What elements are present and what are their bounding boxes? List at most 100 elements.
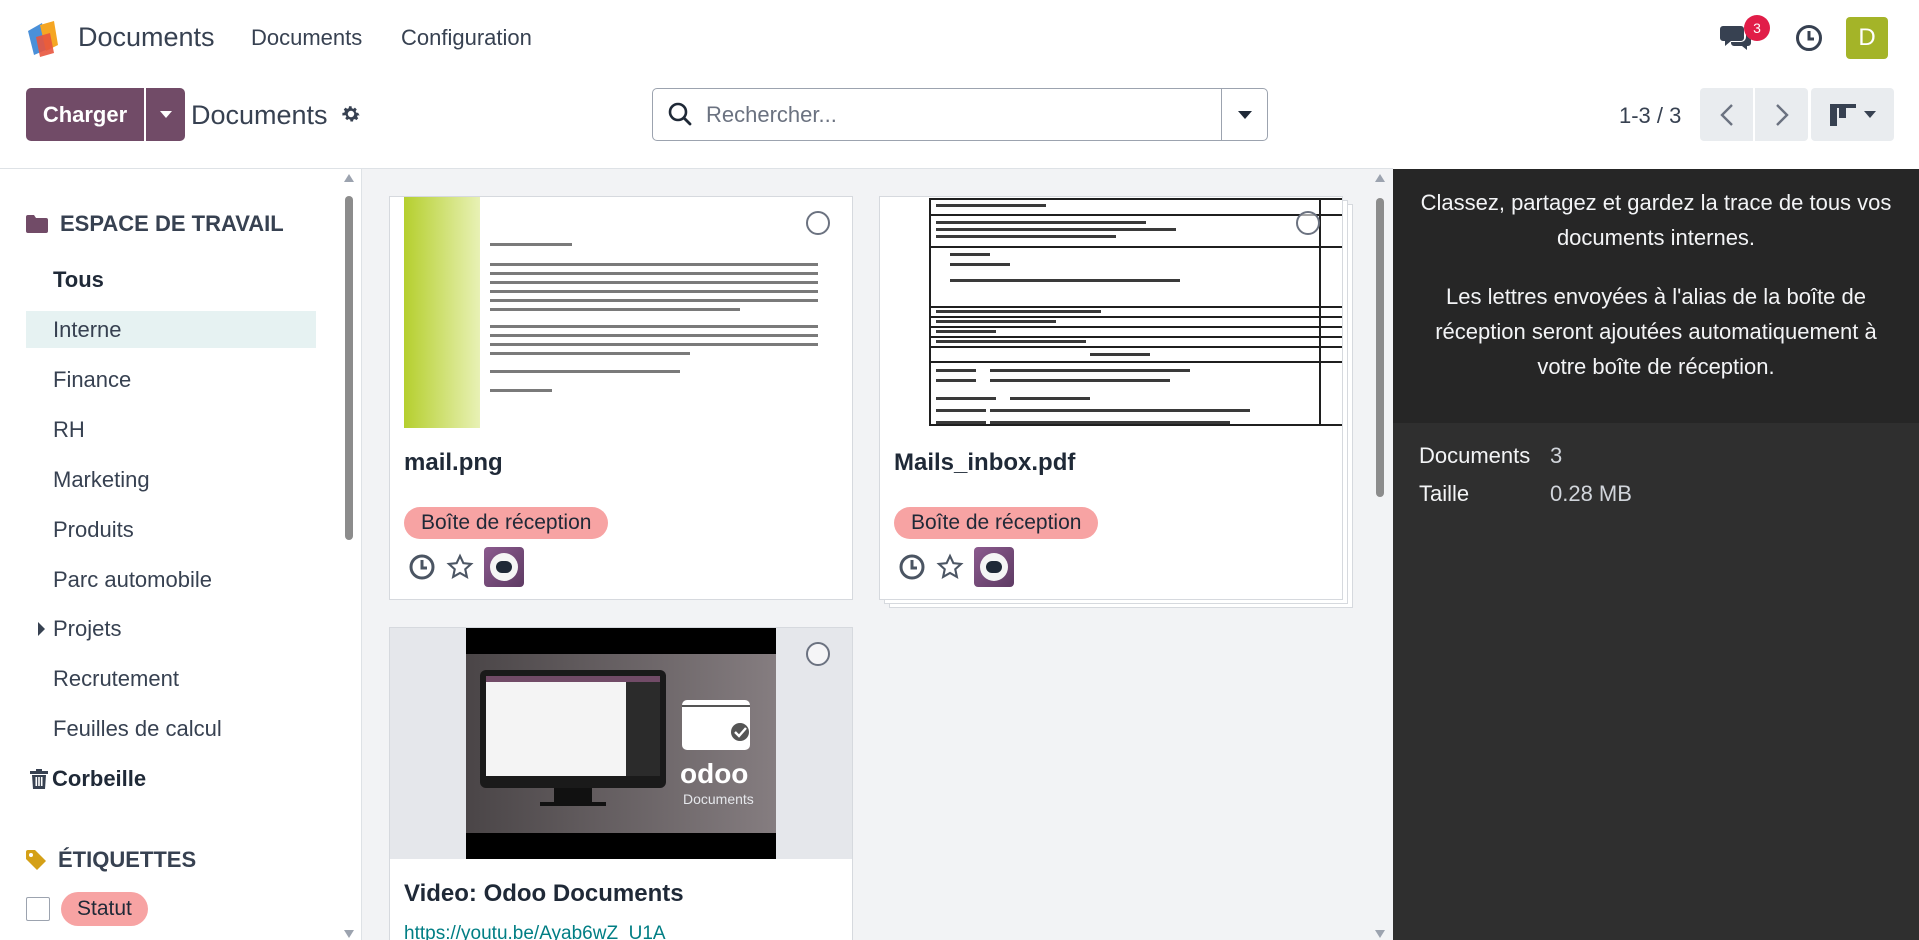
sidebar-item-tous[interactable]: Tous xyxy=(26,261,316,298)
sidebar-item-label: Parc automobile xyxy=(53,566,212,592)
top-navbar: Documents Documents Configuration 3 D xyxy=(0,0,1919,76)
sidebar-item-label: RH xyxy=(53,416,85,442)
document-name[interactable]: Mails_inbox.pdf xyxy=(894,449,1075,477)
menu-documents[interactable]: Documents xyxy=(251,25,362,51)
sidebar-item-label: Marketing xyxy=(53,466,150,492)
caret-down-icon xyxy=(1863,110,1876,118)
card-select-checkbox[interactable] xyxy=(806,642,830,666)
document-url-link[interactable]: https://youtu.be/Ayab6wZ_U1A xyxy=(404,923,666,940)
workspace-section-title: ESPACE DE TRAVAIL xyxy=(60,211,284,236)
documents-app-icon[interactable] xyxy=(24,19,62,57)
card-select-checkbox[interactable] xyxy=(1296,211,1320,235)
sidebar-item-produits[interactable]: Produits xyxy=(26,511,316,548)
sidebar-item-rh[interactable]: RH xyxy=(26,411,316,448)
search-icon xyxy=(668,102,692,126)
search-options-toggle[interactable] xyxy=(1221,89,1267,140)
sidebar-item-label: Recrutement xyxy=(53,665,179,691)
card-select-checkbox[interactable] xyxy=(806,211,830,235)
size-value: 0.28 MB xyxy=(1550,481,1632,506)
card-footer xyxy=(898,547,1014,587)
chevron-right-icon xyxy=(1775,103,1789,126)
pager-value[interactable]: 1-3 / 3 xyxy=(1619,103,1681,129)
star-icon[interactable] xyxy=(446,553,474,581)
trash-icon xyxy=(30,769,48,789)
workspace-section-header: ESPACE DE TRAVAIL xyxy=(26,211,284,237)
tag-filter-checkbox[interactable] xyxy=(26,897,50,921)
messages-count-badge: 3 xyxy=(1744,15,1770,41)
document-name[interactable]: Video: Odoo Documents xyxy=(404,880,684,908)
documents-count-row: Documents 3 xyxy=(1419,443,1562,469)
sidebar-item-parc-automobile[interactable]: Parc automobile xyxy=(26,561,316,598)
star-icon[interactable] xyxy=(936,553,964,581)
clock-icon[interactable] xyxy=(1795,24,1823,52)
document-card[interactable]: mail.png Boîte de réception xyxy=(389,196,853,600)
documents-count-label: Documents xyxy=(1419,443,1531,468)
letter-preview-image xyxy=(390,197,852,428)
caret-down-icon xyxy=(159,110,172,118)
activity-clock-icon[interactable] xyxy=(408,553,436,581)
workspace-sidebar: ESPACE DE TRAVAIL Tous Interne Finance R… xyxy=(0,169,362,940)
video-brand-text: odoo xyxy=(680,758,749,789)
inbox-alias-text: Les lettres envoyées à l'alias de la boî… xyxy=(1435,284,1877,379)
video-thumbnail[interactable]: odoo Documents xyxy=(390,628,852,859)
search-bar xyxy=(652,88,1268,141)
caret-down-icon xyxy=(1237,110,1252,119)
view-switcher-button[interactable] xyxy=(1811,88,1894,141)
owner-avatar[interactable] xyxy=(484,547,524,587)
document-thumbnail[interactable] xyxy=(880,197,1342,428)
chevron-left-icon xyxy=(1719,103,1733,126)
menu-configuration[interactable]: Configuration xyxy=(401,25,532,51)
robot-face-icon xyxy=(490,553,518,581)
document-card[interactable]: Mails_inbox.pdf Boîte de réception xyxy=(879,196,1343,600)
sidebar-item-corbeille[interactable]: Corbeille xyxy=(26,760,316,797)
kanban-view: mail.png Boîte de réception Mails_inbox.… xyxy=(362,169,1393,940)
upload-button[interactable]: Charger xyxy=(26,88,144,141)
app-name[interactable]: Documents xyxy=(78,22,215,53)
workspace-description: Classez, partagez et gardez la trace de … xyxy=(1393,169,1919,423)
kanban-scrollbar[interactable] xyxy=(1373,172,1387,940)
activity-clock-icon[interactable] xyxy=(898,553,926,581)
pdf-preview-image xyxy=(880,197,1342,428)
sidebar-item-finance[interactable]: Finance xyxy=(26,361,316,398)
document-tag: Boîte de réception xyxy=(404,507,609,539)
tag-filter-label[interactable]: Statut xyxy=(61,892,148,926)
sidebar-item-label: Produits xyxy=(53,516,134,542)
owner-avatar[interactable] xyxy=(974,547,1014,587)
video-preview-image xyxy=(466,628,776,859)
upload-dropdown-button[interactable] xyxy=(146,88,185,141)
tags-section-title: ÉTIQUETTES xyxy=(58,847,197,872)
sidebar-scrollbar[interactable] xyxy=(343,172,355,940)
card-footer xyxy=(408,547,524,587)
sidebar-item-marketing[interactable]: Marketing xyxy=(26,461,316,498)
document-card[interactable]: odoo Documents Video: Odoo Documents htt… xyxy=(389,627,853,940)
size-row: Taille 0.28 MB xyxy=(1419,481,1632,507)
pager-next-button[interactable] xyxy=(1755,88,1808,141)
sidebar-item-label: Interne xyxy=(53,316,122,342)
workspace-description-text: Classez, partagez et gardez la trace de … xyxy=(1420,190,1892,250)
search-input[interactable] xyxy=(706,90,1206,139)
document-name[interactable]: mail.png xyxy=(404,449,503,477)
folder-icon xyxy=(26,215,48,233)
sidebar-item-feuilles-de-calcul[interactable]: Feuilles de calcul xyxy=(26,710,316,747)
sidebar-item-label: Projets xyxy=(53,615,122,641)
sidebar-item-label: Feuilles de calcul xyxy=(53,715,222,741)
sidebar-item-recrutement[interactable]: Recrutement xyxy=(26,660,316,697)
pager-previous-button[interactable] xyxy=(1700,88,1753,141)
kanban-view-icon xyxy=(1829,103,1856,126)
page-title: Documents xyxy=(191,100,328,130)
video-caption-text: Documents xyxy=(683,791,754,807)
caret-right-icon[interactable] xyxy=(38,622,45,636)
document-thumbnail[interactable] xyxy=(390,197,852,428)
sidebar-item-interne[interactable]: Interne xyxy=(26,311,316,348)
sidebar-item-projets[interactable]: Projets xyxy=(26,610,316,647)
tag-icon xyxy=(26,850,46,870)
documents-inspector-panel: Classez, partagez et gardez la trace de … xyxy=(1393,169,1919,940)
sidebar-item-label: Corbeille xyxy=(52,765,147,791)
user-avatar[interactable]: D xyxy=(1846,17,1888,59)
gear-icon[interactable] xyxy=(340,103,362,125)
robot-face-icon xyxy=(980,553,1008,581)
size-label: Taille xyxy=(1419,481,1470,506)
sidebar-item-label: Tous xyxy=(53,266,104,292)
tags-section-header: ÉTIQUETTES xyxy=(26,847,196,873)
document-tag: Boîte de réception xyxy=(894,507,1099,539)
